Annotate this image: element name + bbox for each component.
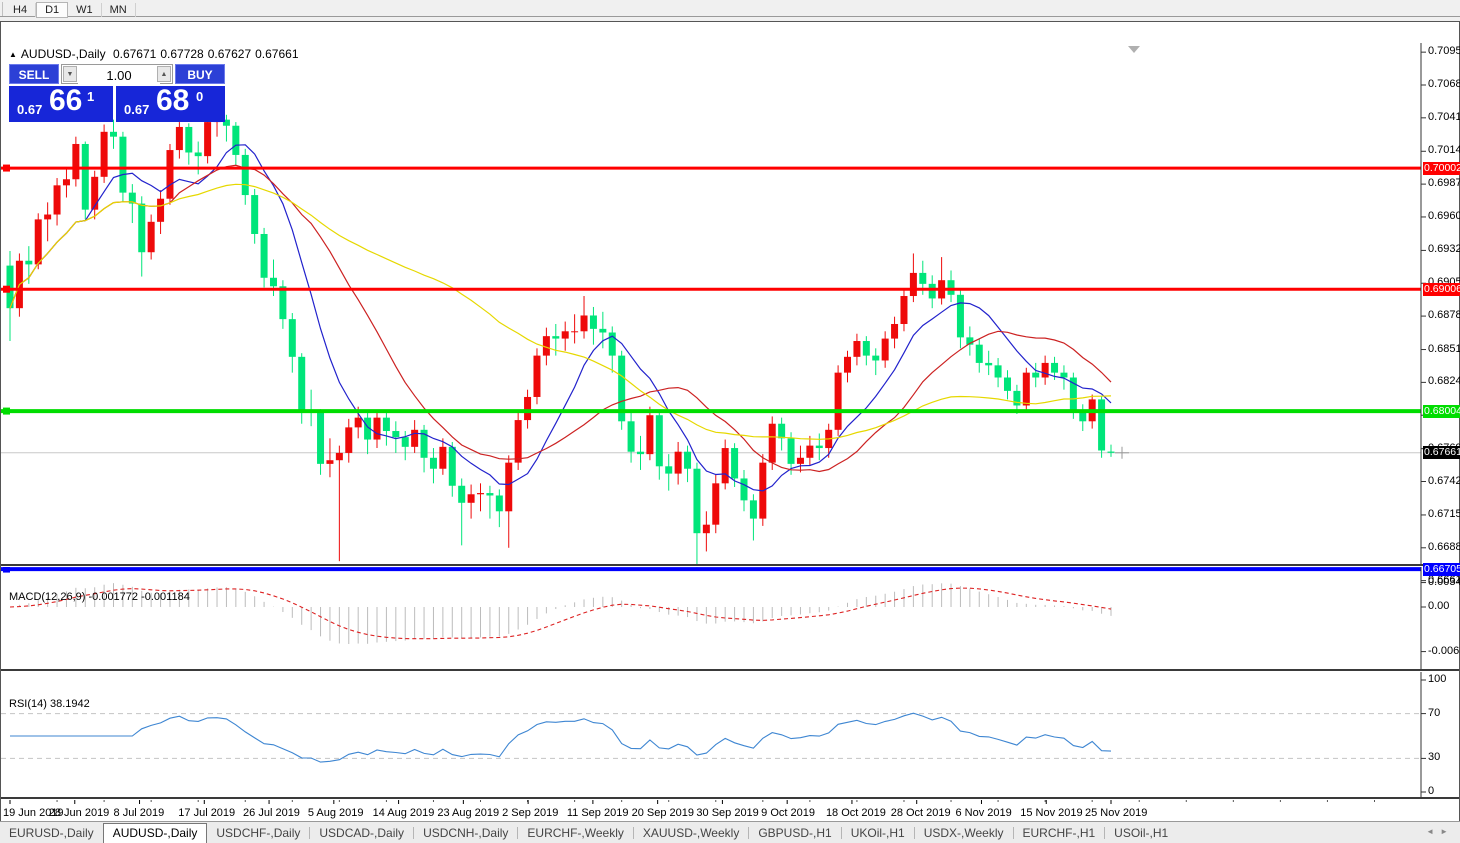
- macd-tick-0.00: 0.00: [1428, 600, 1449, 612]
- price-tick-0.67150: 0.67150: [1428, 508, 1460, 520]
- tab-scroll-left-icon[interactable]: ◄: [1426, 827, 1440, 836]
- price-tick-0.70140: 0.70140: [1428, 144, 1460, 156]
- timeframe-toolbar: H4D1W1MN: [0, 0, 1460, 17]
- symbol-tab-ukoil-h1[interactable]: UKOil-,H1: [842, 823, 914, 843]
- ohlc-open: 0.67671: [113, 47, 156, 61]
- date-label: 20 Sep 2019: [632, 807, 694, 819]
- chart-title: ▲ AUDUSD-,Daily 0.67671 0.67728 0.67627 0.67…: [9, 47, 303, 61]
- rsi-label: RSI(14): [9, 698, 47, 710]
- ma-slow-line: [10, 184, 1111, 439]
- macd-label: MACD(12,26,9): [9, 591, 85, 603]
- date-label: 23 Aug 2019: [437, 807, 499, 819]
- symbol-tab-usdx-weekly[interactable]: USDX-,Weekly: [915, 823, 1013, 843]
- buy-price-prefix: 0.67: [124, 102, 149, 117]
- buy-price-sup: 0: [196, 89, 203, 104]
- volume-decrease-icon[interactable]: ▼: [63, 66, 77, 82]
- buy-price-display[interactable]: 0.67 68 0: [116, 86, 225, 122]
- date-label: 18 Oct 2019: [826, 807, 886, 819]
- trading-terminal: H4D1W1MN ▲ AUDUSD-,Daily 0.67671 0.67728 0.…: [0, 0, 1460, 843]
- timeframe-button-w1[interactable]: W1: [68, 3, 102, 17]
- collapse-triangle-icon[interactable]: ▲: [9, 50, 17, 59]
- symbol-tab-usdcnh-daily[interactable]: USDCNH-,Daily: [414, 823, 517, 843]
- date-label: 11 Sep 2019: [567, 807, 629, 819]
- chart-window: ▲ AUDUSD-,Daily 0.67671 0.67728 0.67627 0.67…: [0, 21, 1460, 822]
- date-label: 2 Sep 2019: [502, 807, 558, 819]
- price-tick-0.68240: 0.68240: [1428, 375, 1460, 387]
- rsi-line: [10, 713, 1111, 762]
- date-label: 26 Jul 2019: [243, 807, 300, 819]
- sell-price-prefix: 0.67: [17, 102, 42, 117]
- main-chart-canvas[interactable]: [1, 22, 1460, 843]
- tab-scroll-right-icon[interactable]: ►: [1440, 827, 1454, 836]
- one-click-trade-panel: SELL ▼ ▲ BUY 0.67 66 1 0.67 68 0: [9, 64, 225, 122]
- macd-status-line: MACD(12,26,9) -0.001772 -0.001184: [9, 591, 190, 603]
- price-tick-0.69870: 0.69870: [1428, 177, 1460, 189]
- buy-price-big: 68: [156, 84, 189, 118]
- timeframe-button-d1[interactable]: D1: [36, 2, 68, 18]
- symbol-tab-audusd-daily[interactable]: AUDUSD-,Daily: [103, 823, 208, 843]
- price-tick-0.66880: 0.66880: [1428, 541, 1460, 553]
- date-label: 6 Nov 2019: [955, 807, 1011, 819]
- volume-increase-icon[interactable]: ▲: [157, 66, 171, 82]
- symbol-tab-usoil-h1[interactable]: USOil-,H1: [1105, 823, 1177, 843]
- date-label: 5 Aug 2019: [308, 807, 364, 819]
- level-badge-0.69006: 0.69006: [1423, 283, 1460, 296]
- macd-tick--0.00637: -0.00637: [1428, 645, 1460, 657]
- date-label: 17 Jul 2019: [178, 807, 235, 819]
- price-tick-0.69600: 0.69600: [1428, 210, 1460, 222]
- symbol-tab-eurchf-h1[interactable]: EURCHF-,H1: [1014, 823, 1105, 843]
- macd-tick-0.00349: 0.00349: [1428, 576, 1460, 588]
- symbol-tab-gbpusd-h1[interactable]: GBPUSD-,H1: [749, 823, 840, 843]
- timeframe-button-mn[interactable]: MN: [102, 3, 136, 17]
- date-label: 28 Jun 2019: [49, 807, 110, 819]
- price-tick-0.69325: 0.69325: [1428, 243, 1460, 255]
- sell-price-sup: 1: [87, 89, 94, 104]
- price-tick-0.70415: 0.70415: [1428, 111, 1460, 123]
- current-price-badge: 0.67661: [1423, 446, 1460, 459]
- sell-price-display[interactable]: 0.67 66 1: [9, 86, 113, 122]
- ohlc-low: 0.67627: [208, 47, 251, 61]
- chart-symbol: AUDUSD-,Daily: [21, 47, 106, 61]
- ohlc-high: 0.67728: [160, 47, 203, 61]
- symbol-tab-usdcad-daily[interactable]: USDCAD-,Daily: [310, 823, 413, 843]
- buy-button[interactable]: BUY: [175, 64, 225, 84]
- price-tick-0.70955: 0.70955: [1428, 45, 1460, 57]
- date-label: 15 Nov 2019: [1020, 807, 1082, 819]
- symbol-tab-bar: EURUSD-,DailyAUDUSD-,DailyUSDCHF-,DailyU…: [0, 821, 1460, 843]
- sell-price-big: 66: [49, 84, 82, 118]
- level-badge-0.70002: 0.70002: [1423, 162, 1460, 175]
- price-tick-0.68785: 0.68785: [1428, 309, 1460, 321]
- rsi-value: 38.1942: [50, 698, 90, 710]
- date-label: 25 Nov 2019: [1085, 807, 1147, 819]
- price-tick-0.67425: 0.67425: [1428, 475, 1460, 487]
- macd-value-main: -0.001772: [88, 591, 138, 603]
- ohlc-close: 0.67661: [255, 47, 298, 61]
- timeframe-button-h4[interactable]: H4: [5, 3, 36, 17]
- date-label: 30 Sep 2019: [696, 807, 758, 819]
- chart-shift-marker-icon[interactable]: [1128, 46, 1140, 53]
- rsi-tick-0: 0: [1428, 785, 1434, 797]
- symbol-tab-xauusd-weekly[interactable]: XAUUSD-,Weekly: [634, 823, 748, 843]
- volume-stepper: ▼ ▲: [61, 64, 173, 84]
- macd-value-signal: -0.001184: [141, 591, 190, 603]
- symbol-tab-usdchf-daily[interactable]: USDCHF-,Daily: [207, 823, 309, 843]
- rsi-status-line: RSI(14) 38.1942: [9, 698, 90, 710]
- price-tick-0.68510: 0.68510: [1428, 343, 1460, 355]
- level-badge-0.66705: 0.66705: [1423, 563, 1460, 576]
- rsi-tick-100: 100: [1428, 673, 1446, 685]
- rsi-tick-30: 30: [1428, 751, 1440, 763]
- ma-medium-line: [10, 165, 1111, 471]
- symbol-tab-eurchf-weekly[interactable]: EURCHF-,Weekly: [518, 823, 632, 843]
- symbol-tab-eurusd-daily[interactable]: EURUSD-,Daily: [0, 823, 103, 843]
- date-label: 14 Aug 2019: [373, 807, 435, 819]
- level-badge-0.68004: 0.68004: [1423, 405, 1460, 418]
- volume-input[interactable]: [78, 66, 160, 84]
- rsi-tick-70: 70: [1428, 707, 1440, 719]
- date-label: 9 Oct 2019: [761, 807, 815, 819]
- price-tick-0.70685: 0.70685: [1428, 78, 1460, 90]
- date-label: 28 Oct 2019: [891, 807, 951, 819]
- date-label: 8 Jul 2019: [114, 807, 165, 819]
- sell-button[interactable]: SELL: [9, 64, 59, 84]
